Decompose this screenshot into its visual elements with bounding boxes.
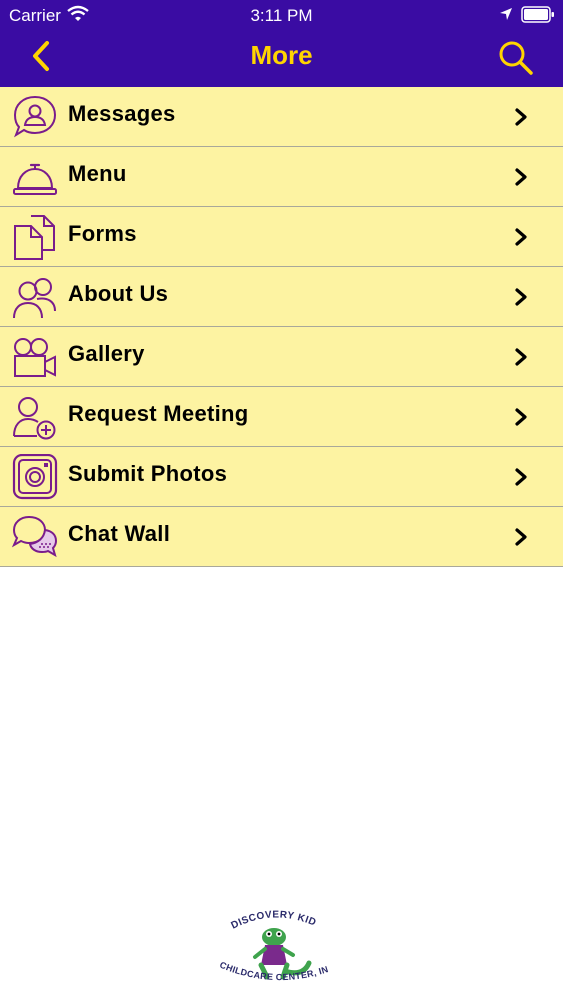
menu-item-forms[interactable]: Forms xyxy=(0,207,563,267)
svg-text:DISCOVERY KIDS: DISCOVERY KIDS xyxy=(213,905,318,932)
chevron-right-icon xyxy=(515,348,527,366)
menu-item-label: Request Meeting xyxy=(68,401,249,426)
status-time: 3:11 PM xyxy=(250,6,313,25)
menu-item-label: Menu xyxy=(68,161,127,186)
chat-bubbles-icon xyxy=(11,515,58,558)
chevron-right-icon xyxy=(515,288,527,306)
battery-icon xyxy=(521,6,554,23)
menu-item-submit-photos[interactable]: Submit Photos xyxy=(0,447,563,507)
menu-item-label: Submit Photos xyxy=(68,461,228,486)
add-person-icon xyxy=(13,397,56,440)
discovery-kids-logo: DISCOVERY KIDS CHILDCARE CENTER, INC. xyxy=(213,905,329,982)
more-menu-list: Messages Menu Forms About Us Gallery Req… xyxy=(0,87,563,567)
menu-item-menu[interactable]: Menu xyxy=(0,147,563,207)
people-icon xyxy=(13,278,56,319)
menu-item-gallery[interactable]: Gallery xyxy=(0,327,563,387)
menu-item-messages[interactable]: Messages xyxy=(0,87,563,147)
video-camera-icon xyxy=(14,338,56,377)
menu-item-label: Messages xyxy=(68,101,176,126)
location-arrow-icon xyxy=(500,8,512,20)
search-icon[interactable] xyxy=(496,38,536,78)
app-header: Carrier 3:11 PM More xyxy=(0,0,563,87)
menu-item-label: About Us xyxy=(68,281,169,306)
chevron-right-icon xyxy=(515,528,527,546)
service-bell-icon xyxy=(13,163,57,195)
chevron-right-icon xyxy=(515,228,527,246)
person-bubble-icon xyxy=(13,95,57,138)
menu-item-label: Forms xyxy=(68,221,137,246)
documents-icon xyxy=(14,215,55,260)
menu-item-chat-wall[interactable]: Chat Wall xyxy=(0,507,563,567)
chevron-right-icon xyxy=(515,108,527,126)
status-bar: Carrier 3:11 PM xyxy=(0,0,563,30)
camera-icon xyxy=(12,454,58,500)
chevron-right-icon xyxy=(515,168,527,186)
menu-item-label: Chat Wall xyxy=(68,521,171,546)
menu-item-about-us[interactable]: About Us xyxy=(0,267,563,327)
menu-item-label: Gallery xyxy=(68,341,145,366)
chevron-right-icon xyxy=(515,408,527,426)
menu-item-request-meeting[interactable]: Request Meeting xyxy=(0,387,563,447)
chevron-right-icon xyxy=(515,468,527,486)
page-title: More xyxy=(250,40,313,70)
